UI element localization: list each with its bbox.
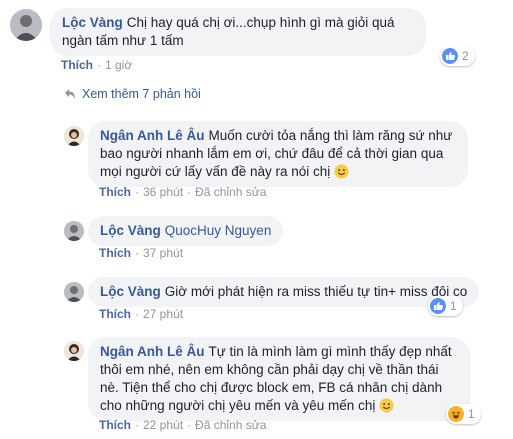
edited-label[interactable]: Đã chỉnh sửa [195, 418, 266, 432]
like-button[interactable]: Thích [99, 185, 131, 199]
smile-emoji-icon [334, 164, 349, 179]
smile-emoji-icon [379, 398, 394, 413]
reply-author[interactable]: Ngân Anh Lê Âu [100, 128, 205, 143]
timestamp[interactable]: 36 phút [143, 185, 183, 199]
reply-bubble: Ngân Anh Lê Âu Tự tin là mình làm gì mình… [88, 337, 470, 421]
reply-arrow-icon [64, 88, 76, 100]
comment-bubble: Lộc Vàng Chị hay quá chị ơi...chụp hình g… [50, 8, 426, 56]
reaction-count-label: 2 [462, 49, 469, 63]
reply-meta: Thích · 37 phút [99, 246, 184, 260]
view-more-replies[interactable]: Xem thêm 7 phản hồi [64, 87, 201, 101]
edited-label[interactable]: Đã chỉnh sửa [195, 185, 266, 199]
reply-meta: Thích · 27 phút [99, 307, 184, 321]
avatar[interactable] [64, 221, 84, 241]
reaction-count-label: 1 [450, 299, 457, 313]
reaction-count[interactable]: 1 [428, 296, 463, 316]
reply-meta: Thích · 22 phút · Đã chỉnh sửa [99, 418, 267, 432]
like-button[interactable]: Thích [61, 58, 93, 72]
reaction-count-label: 1 [468, 407, 475, 421]
timestamp[interactable]: 27 phút [143, 307, 183, 321]
avatar[interactable] [64, 341, 84, 361]
reaction-count[interactable]: 2 [440, 46, 475, 66]
view-more-label: Xem thêm 7 phản hồi [82, 87, 201, 101]
like-icon [430, 298, 446, 314]
like-icon [442, 48, 458, 64]
comment-author[interactable]: Lộc Vàng [62, 15, 123, 30]
reply-bubble: Ngân Anh Lê Âu Muốn cười tỏa nắng thì làm… [88, 121, 468, 187]
timestamp[interactable]: 1 giờ [105, 58, 132, 72]
reply-author[interactable]: Lộc Vàng [100, 284, 161, 299]
avatar[interactable] [10, 9, 42, 41]
reply-bubble: Lộc Vàng QuocHuy Nguyen [88, 216, 284, 246]
timestamp[interactable]: 37 phút [143, 246, 183, 260]
reply-bubble: Lộc Vàng Giờ mới phát hiện ra miss thiếu … [88, 277, 480, 307]
avatar[interactable] [64, 126, 84, 146]
mentioned-user[interactable]: QuocHuy Nguyen [165, 223, 272, 238]
like-button[interactable]: Thích [99, 246, 131, 260]
comment-meta: Thích · 1 giờ [61, 58, 133, 72]
reply-text: Giờ mới phát hiện ra miss thiếu tự tin+ … [164, 284, 468, 299]
haha-icon [448, 406, 464, 422]
reply-author[interactable]: Lộc Vàng [100, 223, 161, 238]
like-button[interactable]: Thích [99, 307, 131, 321]
reaction-count[interactable]: 1 [446, 404, 481, 424]
avatar[interactable] [64, 282, 84, 302]
timestamp[interactable]: 22 phút [143, 418, 183, 432]
reply-author[interactable]: Ngân Anh Lê Âu [100, 344, 205, 359]
reply-meta: Thích · 36 phút · Đã chỉnh sửa [99, 185, 267, 199]
like-button[interactable]: Thích [99, 418, 131, 432]
